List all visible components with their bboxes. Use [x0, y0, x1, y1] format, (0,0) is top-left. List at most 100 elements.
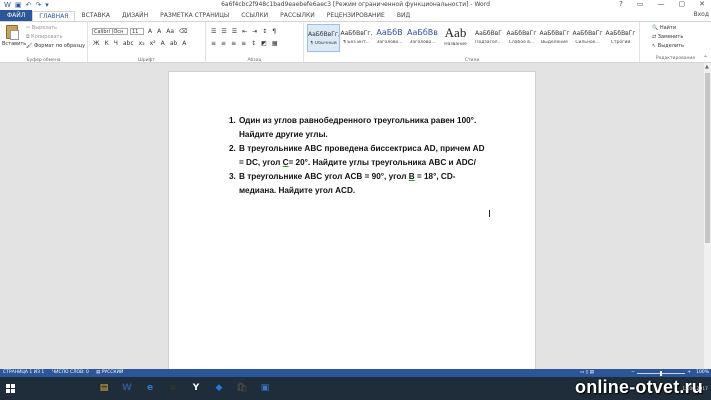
font-format-tools: Ж К Чabc x₂ x² Aab A	[93, 40, 186, 47]
language-indicator[interactable]: ▤ РУССКИЙ	[96, 370, 123, 375]
format-tool-2-icon[interactable]: Ч	[114, 40, 118, 47]
list-tool-4-icon[interactable]: ⇥	[252, 28, 257, 35]
style-item[interactable]: АаБбВвГ Подзагол...	[472, 24, 505, 52]
amazon-icon[interactable]: a	[165, 381, 181, 396]
zoom-level[interactable]: 100%	[696, 370, 709, 375]
signin-link[interactable]: Вход	[694, 11, 710, 18]
select-button[interactable]: ↖ Выделить	[652, 43, 684, 49]
ribbon-tabs: ФАЙЛ ГЛАВНАЯ ВСТАВКА ДИЗАЙН РАЗМЕТКА СТРАНИЦ…	[0, 10, 711, 21]
title-bar: W ▣ ↶ ↷ ▾ 6a6f4cbc2f948c1bad9eaebefe6aec…	[0, 0, 711, 10]
style-sample: АаБбВв	[407, 28, 438, 37]
style-item[interactable]: АаБбВвГг Строгий	[604, 24, 637, 52]
style-item[interactable]: АаБбВвГг, ¶ Без инт...	[340, 24, 373, 52]
copy-button[interactable]: ⧉ Копировать	[26, 34, 62, 40]
replace-button[interactable]: ⇄ Заменить	[652, 34, 683, 40]
list-tool-0-icon[interactable]: ☰	[211, 28, 216, 35]
tab-8[interactable]: ВИД	[391, 10, 416, 21]
explorer-icon[interactable]: ▤	[96, 381, 112, 396]
view-buttons[interactable]: ▭ ▯ ▤	[580, 370, 594, 375]
paragraph-align-tools: ≡ ≡ ≡ ≡ ↕ ◩ ▦	[211, 40, 278, 47]
clock-date: 12.06.2017	[682, 387, 708, 392]
style-item[interactable]: АаБбВвГг, ¶ Обычный	[307, 24, 340, 52]
list-tool-2-icon[interactable]: ☰	[232, 28, 237, 35]
style-item[interactable]: АаБбВв Заголово...	[406, 24, 439, 52]
word-count[interactable]: ЧИСЛО СЛОВ: 0	[52, 370, 89, 375]
align-tool-4-icon[interactable]: ↕	[251, 40, 256, 47]
zoom-knob[interactable]	[660, 371, 662, 376]
zoom-out-icon[interactable]: −	[631, 370, 635, 375]
style-item[interactable]: Aab Название	[439, 24, 472, 52]
format-tool-5-icon[interactable]: x²	[150, 40, 156, 47]
style-item[interactable]: АаБбВвГг Слабое в...	[505, 24, 538, 52]
scrollbar-thumb[interactable]	[705, 73, 710, 243]
paste-icon[interactable]	[6, 25, 19, 40]
format-tool-6-icon[interactable]: A	[161, 40, 165, 47]
zoom-in-icon[interactable]: +	[687, 370, 691, 375]
font-size-select[interactable]: 11	[130, 28, 144, 35]
tab-2[interactable]: ВСТАВКА	[75, 10, 116, 21]
list-tool-3-icon[interactable]: ⇤	[242, 28, 247, 35]
clipboard-group: Вставить ✂ Вырезать ⧉ Копировать 🖌 Форма…	[0, 22, 88, 64]
align-tool-3-icon[interactable]: ≡	[241, 40, 246, 47]
files-icon[interactable]: ▣	[257, 381, 273, 396]
font-tool-3-icon[interactable]: ⌫	[179, 28, 187, 35]
numbered-list[interactable]: 1. Один из углов равнобедренного треугол…	[229, 114, 485, 198]
status-bar: СТРАНИЦА 1 ИЗ 1 ЧИСЛО СЛОВ: 0 ▤ РУССКИЙ …	[0, 369, 711, 377]
dropbox-icon[interactable]: ◆	[211, 381, 227, 396]
list-tool-1-icon[interactable]: ☰	[221, 28, 226, 35]
style-item[interactable]: АаБбВвГг Сильное...	[571, 24, 604, 52]
collapse-ribbon-icon[interactable]: ⌃	[703, 55, 708, 62]
minimize-button[interactable]: —	[658, 0, 665, 8]
word-icon[interactable]: W	[119, 381, 135, 396]
vertical-scrollbar[interactable]: ▲	[704, 63, 711, 369]
edge-icon[interactable]: e	[142, 381, 158, 396]
format-tool-1-icon[interactable]: К	[104, 40, 108, 47]
style-item[interactable]: АаБбВвГг Выделение	[538, 24, 571, 52]
start-icon[interactable]	[6, 384, 16, 394]
font-name-select[interactable]: Calibri (Осн	[92, 28, 128, 35]
list-tool-5-icon[interactable]: ↕	[262, 28, 267, 35]
font-tool-0-icon[interactable]: A	[148, 28, 152, 35]
scroll-up-icon[interactable]: ▲	[705, 64, 709, 70]
tab-7[interactable]: РЕЦЕНЗИРОВАНИЕ	[321, 10, 391, 21]
align-tool-2-icon[interactable]: ≡	[231, 40, 236, 47]
style-sample: Aab	[444, 25, 467, 40]
font-tool-2-icon[interactable]: Aa	[166, 28, 174, 35]
store-icon[interactable]: 🛍	[234, 381, 250, 396]
find-button[interactable]: 🔍 Найти	[652, 25, 676, 31]
tab-5[interactable]: ССЫЛКИ	[235, 10, 274, 21]
list-number: 1.	[229, 116, 236, 125]
tab-6[interactable]: РАССЫЛКИ	[274, 10, 321, 21]
list-text-start: В треугольнике ABC угол ACB = 90°, угол	[239, 172, 409, 181]
align-tool-0-icon[interactable]: ≡	[211, 40, 216, 47]
format-painter-button[interactable]: 🖌 Формат по образцу	[26, 43, 85, 49]
tab-4[interactable]: РАЗМЕТКА СТРАНИЦЫ	[154, 10, 235, 21]
page-count[interactable]: СТРАНИЦА 1 ИЗ 1	[3, 370, 44, 375]
format-tool-4-icon[interactable]: x₂	[139, 40, 145, 47]
format-tool-3-icon[interactable]: abc	[123, 40, 134, 47]
language-label: РУССКИЙ	[101, 370, 124, 375]
align-tool-1-icon[interactable]: ≡	[221, 40, 226, 47]
format-tool-8-icon[interactable]: A	[182, 40, 186, 47]
list-tool-6-icon[interactable]: ¶	[272, 28, 276, 35]
maximize-button[interactable]: ▢	[679, 0, 686, 8]
tab-0[interactable]: ФАЙЛ	[0, 10, 33, 21]
window-controls: ? ▭ — ▢ ✕	[619, 0, 705, 8]
format-tool-7-icon[interactable]: ab	[170, 40, 178, 47]
tab-3[interactable]: ДИЗАЙН	[116, 10, 154, 21]
help-icon[interactable]: ?	[619, 0, 623, 8]
yandex-icon[interactable]: Y	[188, 381, 204, 396]
close-button[interactable]: ✕	[699, 0, 705, 8]
list-text: Один из углов равнобедренного треугольни…	[239, 116, 477, 139]
align-tool-5-icon[interactable]: ◩	[261, 40, 267, 47]
paste-button[interactable]: Вставить	[2, 41, 26, 47]
align-tool-6-icon[interactable]: ▦	[272, 40, 278, 47]
ribbon-display-icon[interactable]: ▭	[637, 0, 644, 8]
zoom-slider[interactable]: − +	[631, 370, 691, 376]
style-item[interactable]: АаБбВ Заголово...	[373, 24, 406, 52]
cut-button[interactable]: ✂ Вырезать	[26, 25, 57, 31]
tab-1[interactable]: ГЛАВНАЯ	[32, 10, 76, 21]
ribbon: Вставить ✂ Вырезать ⧉ Копировать 🖌 Форма…	[0, 21, 711, 64]
format-tool-0-icon[interactable]: Ж	[93, 40, 99, 47]
font-tool-1-icon[interactable]: A	[157, 28, 161, 35]
